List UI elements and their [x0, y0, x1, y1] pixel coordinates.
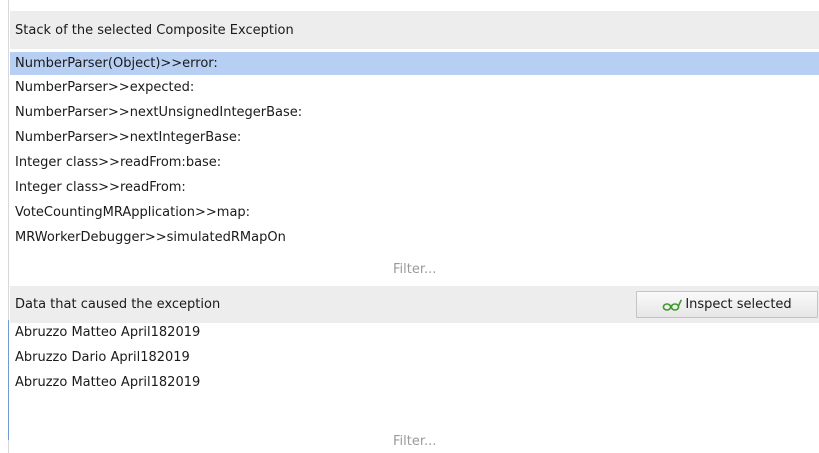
stack-list[interactable]: NumberParser(Object)>>error: NumberParse… — [10, 52, 819, 250]
inspect-selected-label: Inspect selected — [685, 297, 792, 312]
stack-section-title: Stack of the selected Composite Exceptio… — [15, 22, 294, 38]
stack-item[interactable]: MRWorkerDebugger>>simulatedRMapOn — [10, 225, 819, 250]
composite-exception-debugger-panel: Stack of the selected Composite Exceptio… — [0, 0, 819, 453]
inspect-selected-button[interactable]: Inspect selected — [636, 291, 818, 318]
glasses-icon — [662, 298, 683, 312]
stack-item[interactable]: Integer class>>readFrom: — [10, 175, 819, 200]
stack-item[interactable]: Integer class>>readFrom:base: — [10, 150, 819, 175]
data-section-title: Data that caused the exception — [15, 297, 221, 312]
stack-item[interactable]: NumberParser>>expected: — [10, 75, 819, 100]
stack-item[interactable]: NumberParser>>nextUnsignedIntegerBase: — [10, 100, 819, 125]
data-list[interactable]: Abruzzo Matteo April182019 Abruzzo Dario… — [10, 320, 819, 395]
stack-section-header: Stack of the selected Composite Exceptio… — [10, 11, 819, 49]
data-item[interactable]: Abruzzo Matteo April182019 — [10, 320, 819, 345]
stack-item[interactable]: VoteCountingMRApplication>>map: — [10, 200, 819, 225]
stack-filter-input[interactable]: Filter... — [393, 262, 436, 277]
stack-item[interactable]: NumberParser>>nextIntegerBase: — [10, 125, 819, 150]
data-item[interactable]: Abruzzo Matteo April182019 — [10, 370, 819, 395]
data-item[interactable]: Abruzzo Dario April182019 — [10, 345, 819, 370]
stack-item[interactable]: NumberParser(Object)>>error: — [10, 52, 819, 75]
data-list-focus-border — [8, 320, 9, 440]
data-filter-input[interactable]: Filter... — [393, 434, 436, 449]
